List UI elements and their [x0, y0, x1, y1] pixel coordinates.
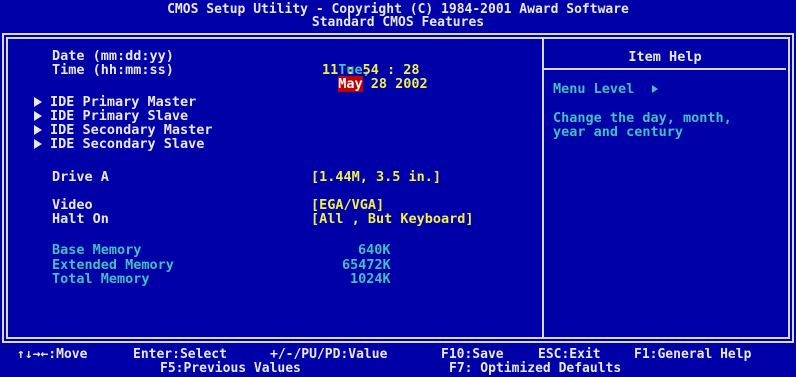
submenu-arrow-icon [34, 111, 42, 121]
submenu-arrow-icon [34, 139, 42, 149]
total-memory-label: Total Memory [52, 271, 150, 287]
date-rest[interactable]: 28 2002 [363, 76, 428, 92]
footer-move: ↑↓→←:Move [17, 347, 88, 362]
panel-divider [542, 37, 544, 339]
help-text-line1: Change the day, month, [553, 110, 732, 126]
ide-primary-slave[interactable]: IDE Primary Slave [34, 109, 188, 123]
header-subtitle: Standard CMOS Features [311, 15, 485, 30]
halt-on-value[interactable]: [All , But Keyboard] [311, 212, 474, 226]
footer-select: Enter:Select [133, 347, 227, 362]
video-value[interactable]: [EGA/VGA] [311, 198, 384, 212]
help-text-line2: year and century [553, 124, 684, 140]
footer-optimized-defaults: F7: Optimized Defaults [449, 361, 622, 376]
item-help-title: Item Help [628, 49, 702, 65]
submenu-arrow-icon [34, 125, 42, 135]
date-month[interactable]: May [338, 76, 363, 92]
time-value[interactable]: 11 : 54 : 28 [322, 63, 420, 77]
menu-level: Menu Level [553, 82, 659, 96]
date-label: Date (mm:dd:yy) [52, 48, 174, 64]
total-memory-value: 1024K [350, 271, 391, 287]
footer-exit: ESC:Exit [538, 347, 601, 362]
ide-primary-master[interactable]: IDE Primary Master [34, 95, 196, 109]
footer-save: F10:Save [441, 347, 504, 362]
extended-memory-label: Extended Memory [52, 257, 174, 273]
extended-memory-value: 65472K [342, 257, 391, 273]
drive-a-value[interactable]: [1.44M, 3.5 in.] [311, 170, 441, 184]
footer-previous-values: F5:Previous Values [160, 361, 301, 376]
base-memory-value: 640K [358, 242, 391, 258]
footer-general-help: F1:General Help [634, 347, 752, 362]
time-label: Time (hh:mm:ss) [52, 62, 174, 78]
base-memory-label: Base Memory [52, 242, 142, 258]
drive-a-label: Drive A [52, 169, 109, 185]
ide-secondary-master[interactable]: IDE Secondary Master [34, 123, 213, 137]
help-title-divider [544, 68, 786, 70]
ide-secondary-slave[interactable]: IDE Secondary Slave [34, 137, 204, 151]
halt-on-label: Halt On [52, 211, 109, 227]
video-label: Video [52, 197, 93, 213]
submenu-arrow-icon [34, 97, 42, 107]
menu-level-arrow-icon [652, 85, 659, 93]
footer-value: +/-/PU/PD:Value [270, 347, 388, 362]
